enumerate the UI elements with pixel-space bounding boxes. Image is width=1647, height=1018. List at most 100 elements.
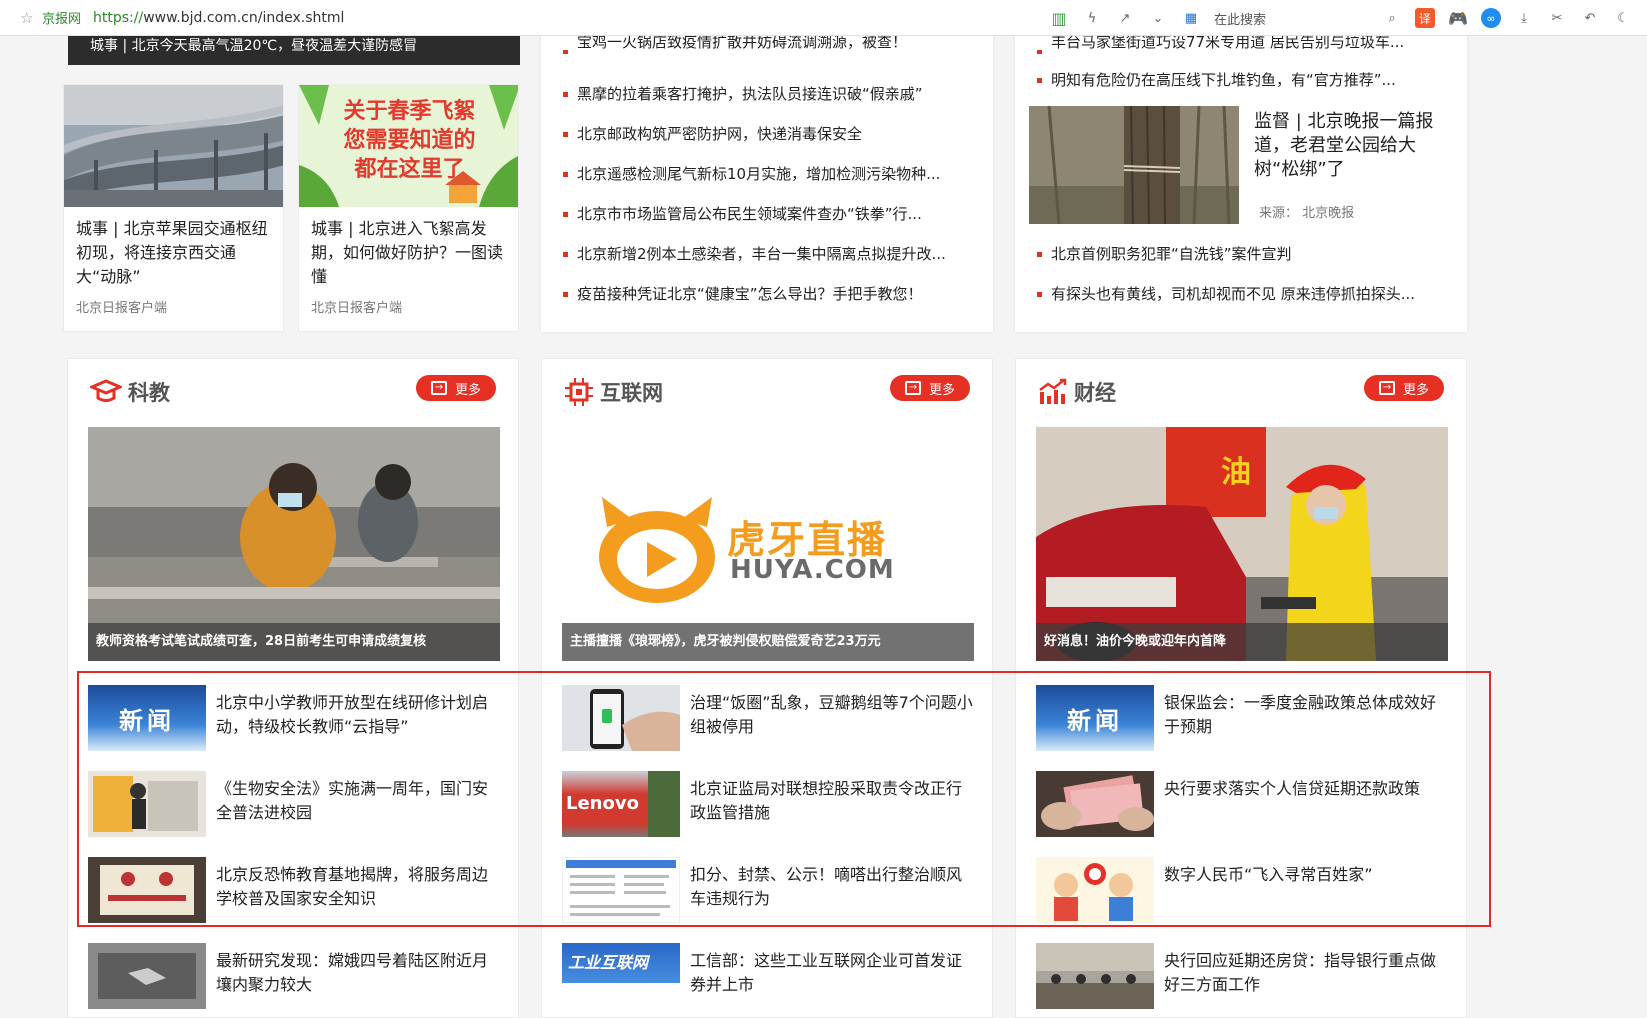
list-item[interactable]: 工业互联网 工信部：这些工业互联网企业可首发证券并上市 — [562, 943, 974, 1009]
chevron-down-icon[interactable]: ⌄ — [1148, 8, 1168, 28]
biosafety-photo — [88, 771, 206, 837]
night-mode-icon[interactable]: ☾ — [1613, 8, 1633, 28]
flash-icon[interactable]: ϟ — [1082, 8, 1102, 28]
list-item[interactable]: 黑摩的拉着乘客打掩护，执法队员接连识破“假亲戚” — [555, 74, 979, 114]
item-title[interactable]: 扣分、封禁、公示！嘀嗒出行整治顺风车违规行为 — [690, 863, 974, 911]
share-icon[interactable]: ↗ — [1115, 8, 1135, 28]
news-thumb-label: 新闻 — [119, 706, 175, 735]
section-header: 互联网 — [564, 377, 663, 407]
scissors-icon[interactable]: ✂ — [1547, 8, 1567, 28]
section-header: 科教 — [90, 377, 170, 407]
enter-icon: → — [430, 381, 447, 395]
more-label: 更多 — [1402, 382, 1429, 398]
list-item[interactable]: 《生物安全法》实施满一周年，国门安全普法进校园 — [88, 771, 500, 837]
browser-address-bar[interactable]: ☆ 京报网 https://www.bjd.com.cn/index.shtml… — [0, 0, 1647, 36]
item-title[interactable]: 数字人民币“飞入寻常百姓家” — [1164, 863, 1448, 887]
item-title[interactable]: 工信部：这些工业互联网企业可首发证券并上市 — [690, 949, 974, 997]
list-item[interactable]: Lenovo 北京证监局对联想控股采取责令改正行政监管措施 — [562, 771, 974, 837]
list-item[interactable]: 最新研究发现：嫦娥四号着陆区附近月壤内聚力较大 — [88, 943, 500, 1009]
thumb-card-title[interactable]: 城事 | 北京苹果园交通枢纽初现，将连接京西交通大“动脉” — [64, 207, 283, 289]
list-item[interactable]: 北京首例职务犯罪“自洗钱”案件宣判 — [1029, 234, 1453, 274]
thumb-card-title[interactable]: 城事 | 北京进入飞絮高发期，如何做好防护？一图读懂 — [299, 207, 518, 289]
lenovo-thumb-label: Lenovo — [566, 793, 639, 814]
lenovo-photo: Lenovo — [562, 771, 680, 837]
section-finance: 财经 → 更多 油 好消息！油价今晚或迎年内首降 新闻 银保监会：一季度金融政策总… — [1015, 358, 1467, 1018]
col2-news-list: 宝鸡一火锅店致疫情扩散并妨碍流调溯源，被查！ 黑摩的拉着乘客打掩护，执法队员接连… — [541, 32, 993, 332]
list-item[interactable]: 北京遥感检测尾气新标10月实施，增加检测污染物种... — [555, 154, 979, 194]
undo-icon[interactable]: ↶ — [1580, 8, 1600, 28]
section-title[interactable]: 科教 — [128, 377, 170, 407]
section-photo[interactable]: 教师资格考试笔试成绩可查，28日前考生可申请成绩复核 — [88, 427, 500, 661]
item-title[interactable]: 最新研究发现：嫦娥四号着陆区附近月壤内聚力较大 — [216, 949, 500, 997]
item-title[interactable]: 央行要求落实个人信贷延期还款政策 — [1164, 777, 1448, 801]
lunar-soil-photo — [88, 943, 206, 1009]
item-title[interactable]: 北京反恐怖教育基地揭牌，将服务周边学校普及国家安全知识 — [216, 863, 500, 911]
download-icon[interactable]: ⤓ — [1514, 8, 1534, 28]
thumb-card-feixu[interactable]: 关于春季飞絮 您需要知道的 都在这里了 城事 | 北京进入飞絮高发期，如何做好防… — [298, 84, 519, 332]
more-button[interactable]: → 更多 — [890, 375, 970, 401]
list-item[interactable]: 央行要求落实个人信贷延期还款政策 — [1036, 771, 1448, 837]
list-item[interactable]: 明知有危险仍在高压线下扎堆钓鱼，有“官方推荐”... — [1029, 60, 1453, 100]
list-item[interactable]: 治理“饭圈”乱象，豆瓣鹅组等7个问题小组被停用 — [562, 685, 974, 751]
item-title[interactable]: 北京证监局对联想控股采取责令改正行政监管措施 — [690, 777, 974, 825]
top-photo-caption[interactable]: 城事 | 北京今天最高气温20℃，昼夜温差大谨防感冒 — [68, 32, 520, 65]
section-title[interactable]: 互联网 — [600, 377, 663, 407]
photo-caption[interactable]: 主播擅播《琅琊榜》，虎牙被判侵权赔偿爱奇艺23万元 — [562, 623, 974, 661]
list-item[interactable]: 扣分、封禁、公示！嘀嗒出行整治顺风车违规行为 — [562, 857, 974, 923]
cartoon-illustration — [1036, 857, 1154, 923]
toolbar-right: ▥ ϟ ↗ ⌄ ▦ 在此搜索 ⌕ 译 🎮 ∞ ⤓ ✂ ↶ ☾ — [1049, 0, 1633, 36]
section-header: 财经 — [1038, 377, 1116, 407]
feature-title[interactable]: 监督 | 北京晚报一篇报道，老君堂公园给大树“松绑”了 — [1254, 110, 1444, 182]
feature-source-label: 来源： — [1259, 206, 1299, 221]
search-icon[interactable]: ⌕ — [1382, 8, 1402, 28]
industrial-internet-banner: 工业互联网 — [562, 943, 680, 1009]
more-label: 更多 — [928, 382, 955, 398]
url-scheme: https:// — [93, 9, 144, 26]
poster-line-1: 关于春季飞絮 — [343, 99, 476, 124]
more-button[interactable]: → 更多 — [1364, 375, 1444, 401]
col3-feature[interactable]: 监督 | 北京晚报一篇报道，老君堂公园给大树“松绑”了 来源： 北京晚报 — [1029, 106, 1453, 234]
oil-sign-text: 油 — [1221, 455, 1251, 490]
list-item[interactable]: 新闻 银保监会：一季度金融政策总体成效好于预期 — [1036, 685, 1448, 751]
reader-mode-icon[interactable]: ▥ — [1049, 8, 1069, 28]
translate-icon[interactable]: 译 — [1415, 8, 1435, 28]
col3-news-block: 丰台马家堡街道巧设77米专用道 居民告别与垃圾车... 明知有危险仍在高压线下扎… — [1015, 32, 1467, 332]
game-controller-icon[interactable]: 🎮 — [1448, 8, 1468, 28]
list-item[interactable]: 央行回应延期还房贷：指导银行重点做好三方面工作 — [1036, 943, 1448, 1009]
tree-photo — [1029, 106, 1239, 224]
bookmark-star-icon[interactable]: ☆ — [20, 9, 42, 27]
list-item[interactable]: 北京新增2例本土感染者，丰台一集中隔离点拟提升改... — [555, 234, 979, 274]
item-title[interactable]: 《生物安全法》实施满一周年，国门安全普法进校园 — [216, 777, 500, 825]
chip-icon — [565, 378, 593, 406]
search-engine-icon[interactable]: ▦ — [1181, 8, 1201, 28]
section-photo[interactable]: 油 好消息！油价今晚或迎年内首降 — [1036, 427, 1448, 661]
list-item[interactable]: 有探头也有黄线，司机却视而不见 原来违停抓拍探头... — [1029, 274, 1453, 314]
section-title[interactable]: 财经 — [1074, 377, 1116, 407]
news-thumb-label: 新闻 — [1067, 706, 1123, 735]
photo-caption[interactable]: 教师资格考试笔试成绩可查，28日前考生可申请成绩复核 — [88, 623, 500, 661]
item-title[interactable]: 北京中小学教师开放型在线研修计划启动，特级校长教师“云指导” — [216, 691, 500, 739]
document-screenshot — [562, 857, 680, 923]
photo-caption[interactable]: 好消息！油价今晚或迎年内首降 — [1036, 623, 1448, 661]
infinity-icon[interactable]: ∞ — [1481, 8, 1501, 28]
feature-source-name: 北京晚报 — [1302, 206, 1355, 221]
item-title[interactable]: 银保监会：一季度金融政策总体成效好于预期 — [1164, 691, 1448, 739]
enter-icon: → — [1378, 381, 1395, 395]
feixu-poster: 关于春季飞絮 您需要知道的 都在这里了 — [299, 85, 518, 207]
item-title[interactable]: 治理“饭圈”乱象，豆瓣鹅组等7个问题小组被停用 — [690, 691, 974, 739]
item-title[interactable]: 央行回应延期还房贷：指导银行重点做好三方面工作 — [1164, 949, 1448, 997]
search-input[interactable]: 在此搜索 — [1214, 9, 1369, 28]
list-item[interactable]: 北京邮政构筑严密防护网，快递消毒保安全 — [555, 114, 979, 154]
list-item[interactable]: 北京市市场监管局公布民生领域案件查办“铁拳”行... — [555, 194, 979, 234]
list-item[interactable]: 新闻 北京中小学教师开放型在线研修计划启动，特级校长教师“云指导” — [88, 685, 500, 751]
section-photo[interactable]: 虎牙直播 HUYA.COM 主播擅播《琅琊榜》，虎牙被判侵权赔偿爱奇艺23万元 — [562, 427, 974, 661]
list-item[interactable]: 疫苗接种凭证北京“健康宝”怎么导出？手把手教您！ — [555, 274, 979, 314]
url-text[interactable]: https://www.bjd.com.cn/index.shtml — [93, 10, 344, 26]
feature-source: 来源： 北京晚报 — [1259, 202, 1354, 221]
more-label: 更多 — [454, 382, 481, 398]
thumb-card-pingguoyuan[interactable]: 城事 | 北京苹果园交通枢纽初现，将连接京西交通大“动脉” 北京日报客户端 — [63, 84, 284, 332]
trend-chart-icon — [1039, 378, 1067, 404]
list-item[interactable]: 北京反恐怖教育基地揭牌，将服务周边学校普及国家安全知识 — [88, 857, 500, 923]
list-item[interactable]: 数字人民币“飞入寻常百姓家” — [1036, 857, 1448, 923]
more-button[interactable]: → 更多 — [416, 375, 496, 401]
